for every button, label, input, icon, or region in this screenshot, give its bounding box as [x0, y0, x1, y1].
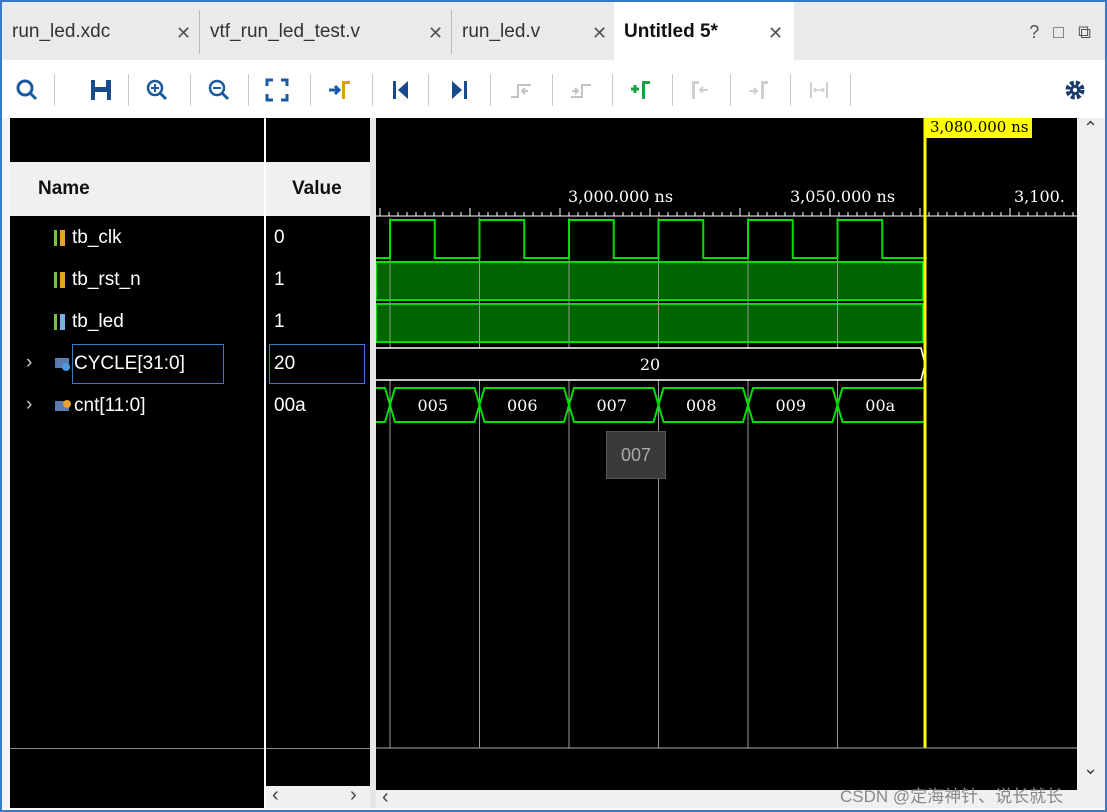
- tab-label: Untitled 5*: [624, 21, 718, 42]
- ruler-time-label: 3,000.000 ns: [568, 187, 673, 206]
- go-to-time-0-icon[interactable]: [386, 75, 416, 105]
- close-icon[interactable]: ✕: [428, 23, 443, 44]
- restore-icon[interactable]: □: [1053, 22, 1064, 43]
- next-transition-icon[interactable]: [566, 75, 596, 105]
- name-column-header[interactable]: Name: [10, 162, 264, 216]
- signal-name-pane: Name tb_clk tb_rst_n tb_led › CYCLE[31:0…: [10, 118, 264, 808]
- signal-row-tb-rst-n[interactable]: tb_rst_n: [10, 266, 264, 296]
- zoom-in-icon[interactable]: [142, 75, 172, 105]
- bit-signal-icon: [54, 314, 65, 330]
- previous-marker-icon[interactable]: [686, 75, 716, 105]
- next-marker-icon[interactable]: [744, 75, 774, 105]
- signal-name: tb_led: [72, 311, 124, 332]
- ruler-time-label: 3,050.000 ns: [790, 187, 895, 206]
- wave-tb-clk[interactable]: [376, 219, 927, 259]
- scroll-left-icon[interactable]: ‹: [272, 784, 279, 807]
- tab-bar: run_led.xdc ✕ vtf_run_led_test.v ✕ run_l…: [2, 2, 1105, 60]
- waveform-canvas[interactable]: 3,000.000 ns 3,050.000 ns 3,100. 20 005 006 0…: [376, 118, 1077, 790]
- tab-label: run_led.v: [462, 21, 541, 42]
- bus-icon: [55, 400, 71, 411]
- bus-value-label: 008: [686, 396, 717, 415]
- signal-row-tb-led[interactable]: tb_led: [10, 308, 264, 338]
- signal-value: 1: [274, 269, 285, 290]
- value-tooltip: 007: [606, 431, 666, 479]
- scroll-left-icon[interactable]: ‹: [382, 786, 389, 809]
- parameter-bus-icon: [55, 358, 70, 371]
- pane-divider: [266, 748, 370, 749]
- wave-tb-rst-n[interactable]: [376, 261, 924, 301]
- settings-icon[interactable]: [1060, 75, 1090, 105]
- window-controls: ? □ ⧉: [1029, 22, 1091, 43]
- go-to-last-time-icon[interactable]: [444, 75, 474, 105]
- wave-tb-led[interactable]: [376, 303, 924, 343]
- go-to-cursor-icon[interactable]: [324, 75, 354, 105]
- tab-label: vtf_run_led_test.v: [210, 21, 360, 42]
- signal-value: 00a: [274, 395, 306, 416]
- scroll-up-icon[interactable]: ⌃: [1083, 118, 1098, 139]
- signal-name: tb_rst_n: [72, 269, 141, 290]
- left-gutter: [2, 118, 10, 808]
- value-header-label: Value: [292, 178, 342, 199]
- search-icon[interactable]: [12, 75, 42, 105]
- swap-cursors-icon[interactable]: [804, 75, 834, 105]
- signal-value: 20: [274, 353, 296, 374]
- scroll-down-icon[interactable]: ⌄: [1083, 758, 1098, 779]
- tab-label: run_led.xdc: [12, 21, 111, 42]
- signal-row-cycle[interactable]: › CYCLE[31:0]: [10, 344, 264, 384]
- signal-value: 1: [274, 311, 285, 332]
- watermark: CSDN @定海神针、说长就长: [840, 787, 1064, 806]
- signal-value-pane: Value 0 1 1 20 00a ‹ ›: [266, 118, 370, 808]
- bus-value-label: 00a: [865, 396, 895, 415]
- help-icon[interactable]: ?: [1029, 22, 1039, 43]
- zoom-out-icon[interactable]: [204, 75, 234, 105]
- name-header-label: Name: [38, 178, 90, 199]
- add-marker-icon[interactable]: [626, 75, 656, 105]
- signal-name: tb_clk: [72, 227, 122, 248]
- cursor-time-label: 3,080.000 ns: [926, 118, 1033, 138]
- bit-signal-icon: [54, 272, 65, 288]
- save-icon[interactable]: [86, 75, 116, 105]
- bus-value-label: 20: [640, 355, 660, 374]
- close-icon[interactable]: ✕: [768, 23, 783, 44]
- float-icon[interactable]: ⧉: [1078, 22, 1091, 43]
- value-column-header[interactable]: Value: [266, 162, 370, 216]
- tab-run-led-xdc[interactable]: run_led.xdc ✕: [2, 2, 198, 60]
- bus-value-label: 007: [596, 396, 627, 415]
- previous-transition-icon[interactable]: [506, 75, 536, 105]
- waveform-window: run_led.xdc ✕ vtf_run_led_test.v ✕ run_l…: [0, 0, 1107, 812]
- ruler-time-label: 3,100.: [1014, 187, 1065, 206]
- tab-untitled-5[interactable]: Untitled 5* ✕: [614, 2, 794, 60]
- scroll-right-icon[interactable]: ›: [350, 784, 357, 807]
- vertical-scrollbar[interactable]: ⌃ ⌄: [1077, 118, 1105, 790]
- pane-divider: [10, 748, 264, 749]
- tab-run-led-v[interactable]: run_led.v ✕: [452, 2, 614, 60]
- signal-value: 0: [274, 227, 285, 248]
- expand-chevron-icon[interactable]: ›: [26, 394, 32, 416]
- bus-value-label: 005: [417, 396, 448, 415]
- bus-value-label: 006: [507, 396, 538, 415]
- zoom-fit-icon[interactable]: [262, 75, 292, 105]
- close-icon[interactable]: ✕: [176, 23, 191, 44]
- bit-signal-icon: [54, 230, 65, 246]
- value-hscroll[interactable]: ‹ ›: [266, 784, 370, 808]
- bus-value-label: 009: [775, 396, 806, 415]
- signal-row-tb-clk[interactable]: tb_clk: [10, 224, 264, 254]
- tab-vtf-run-led-test-v[interactable]: vtf_run_led_test.v ✕: [200, 2, 450, 60]
- expand-chevron-icon[interactable]: ›: [26, 352, 32, 374]
- close-icon[interactable]: ✕: [592, 23, 607, 44]
- waveform-toolbar: [2, 60, 1105, 119]
- signal-row-cnt[interactable]: › cnt[11:0]: [10, 392, 264, 422]
- signal-name: CYCLE[31:0]: [74, 353, 185, 374]
- waveform-pane[interactable]: 3,000.000 ns 3,050.000 ns 3,100. 20 005 006 0…: [376, 118, 1077, 790]
- signal-name: cnt[11:0]: [74, 395, 146, 416]
